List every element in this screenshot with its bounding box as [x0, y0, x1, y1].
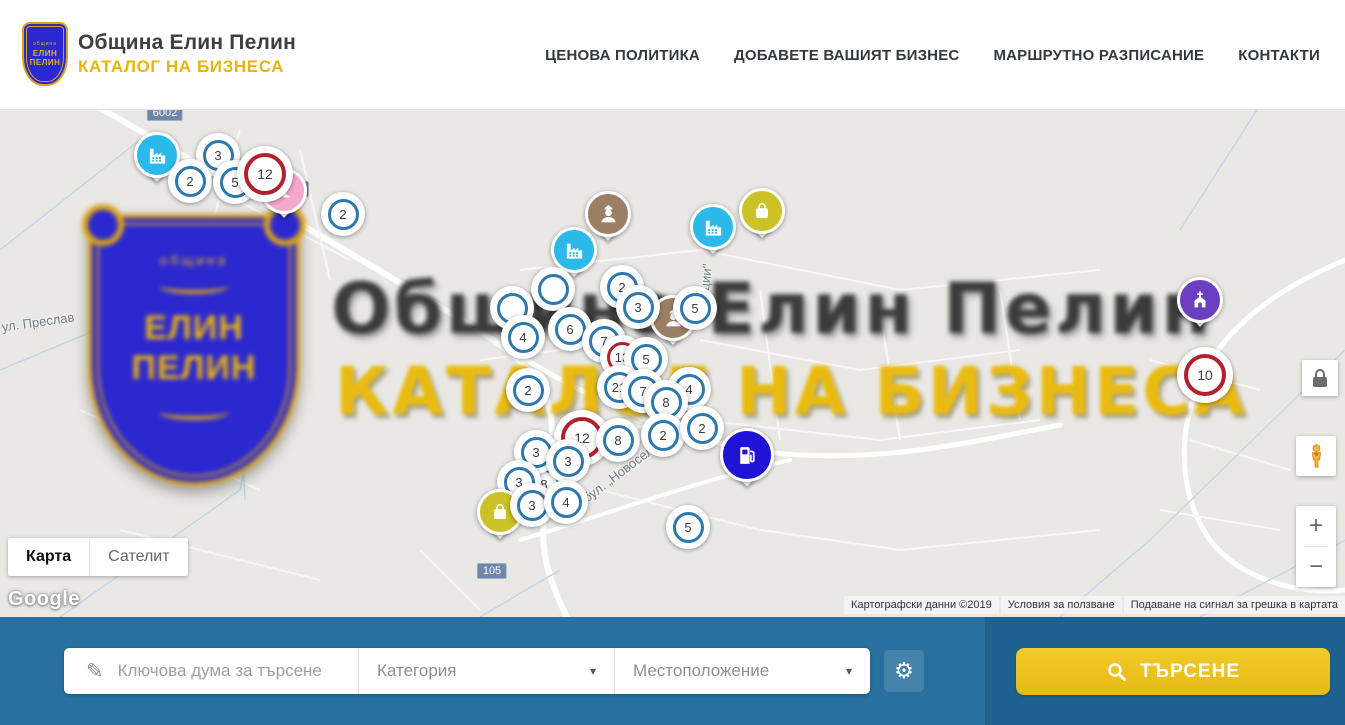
category-dropdown[interactable]: Категория ▾ [358, 648, 614, 694]
map-type-control: Карта Сателит [8, 538, 188, 576]
google-logo[interactable]: Google [8, 588, 80, 611]
cluster-marker[interactable]: 2 [321, 192, 365, 236]
advanced-settings-button[interactable]: ⚙ [884, 650, 924, 692]
cluster-marker[interactable]: 5 [666, 505, 710, 549]
lock-icon [1315, 369, 1325, 377]
logo-text: Община Елин Пелин КАТАЛОГ НА БИЗНЕСА [78, 31, 296, 77]
pegman-street-view-button[interactable] [1296, 436, 1336, 476]
search-bar: ✎ Категория ▾ Местоположение ▾ ⚙ ТЪРСЕНЕ [0, 617, 1345, 725]
header: община ЕЛИН ПЕЛИН Община Елин Пелин КАТА… [0, 0, 1345, 110]
attribution-terms-link[interactable]: Условия за ползване [1001, 596, 1122, 614]
attribution-report-link[interactable]: Подаване на сигнал за грешка в картата [1124, 596, 1345, 614]
map-type-map-button[interactable]: Карта [8, 538, 89, 576]
zoom-in-button[interactable]: + [1296, 506, 1336, 546]
cluster-marker[interactable] [531, 267, 575, 311]
map-attribution: Картографски данни ©2019 Условия за полз… [844, 596, 1345, 614]
main-nav: ЦЕНОВА ПОЛИТИКА ДОБАВЕТЕ ВАШИЯТ БИЗНЕС М… [545, 0, 1320, 110]
crest-top-text: община [33, 41, 57, 47]
cluster-marker[interactable]: 2 [168, 159, 212, 203]
worker-icon [585, 191, 631, 237]
crest-name-1: ЕЛИН [33, 49, 57, 58]
chevron-down-icon: ▾ [590, 664, 596, 678]
page: община ЕЛИН ПЕЛИН Община Елин Пелин КАТА… [0, 0, 1345, 725]
church-icon [1177, 277, 1223, 323]
cluster-marker[interactable]: 5 [673, 286, 717, 330]
crest-name-2: ПЕЛИН [30, 58, 61, 67]
site-title: Община Елин Пелин [78, 31, 296, 55]
location-dropdown[interactable]: Местоположение ▾ [614, 648, 870, 694]
map-type-satellite-button[interactable]: Сателит [89, 538, 187, 576]
municipality-crest-icon: община ЕЛИН ПЕЛИН [22, 22, 68, 86]
nav-item-schedule[interactable]: МАРШРУТНО РАЗПИСАНИЕ [993, 47, 1204, 64]
cluster-marker[interactable]: 10 [1177, 347, 1233, 403]
cluster-marker[interactable]: 2 [506, 368, 550, 412]
google-map[interactable]: община ЕЛИН ПЕЛИН Община Елин Пелин КАТА… [0, 110, 1345, 617]
attribution-copyright: Картографски данни ©2019 [844, 596, 999, 614]
pencil-icon: ✎ [86, 659, 104, 684]
keyword-search-input[interactable] [118, 661, 338, 681]
pegman-icon [1303, 443, 1330, 470]
cluster-marker[interactable]: 3 [616, 285, 660, 329]
category-dropdown-label: Категория [377, 661, 456, 681]
zoom-control: + − [1296, 506, 1336, 587]
site-subtitle: КАТАЛОГ НА БИЗНЕСА [78, 57, 296, 77]
cluster-marker[interactable]: 8 [596, 418, 640, 462]
factory-icon [551, 227, 597, 273]
cluster-marker[interactable]: 2 [641, 413, 685, 457]
cluster-marker[interactable]: 4 [501, 315, 545, 359]
factory-icon [690, 204, 736, 250]
search-button[interactable]: ТЪРСЕНЕ [1016, 648, 1330, 695]
cluster-marker[interactable]: 4 [544, 480, 588, 524]
search-button-label: ТЪРСЕНЕ [1140, 661, 1240, 683]
lock-button[interactable] [1302, 360, 1338, 396]
zoom-out-button[interactable]: − [1296, 547, 1336, 587]
cluster-marker[interactable]: 2 [680, 406, 724, 450]
cluster-marker[interactable]: 3 [546, 439, 590, 483]
search-icon [1106, 661, 1128, 683]
search-box: ✎ Категория ▾ Местоположение ▾ [64, 648, 870, 694]
site-logo[interactable]: община ЕЛИН ПЕЛИН Община Елин Пелин КАТА… [22, 22, 296, 86]
cluster-marker[interactable]: 12 [237, 146, 293, 202]
gear-icon: ⚙ [894, 658, 914, 684]
location-dropdown-label: Местоположение [633, 661, 769, 681]
nav-item-contacts[interactable]: КОНТАКТИ [1238, 47, 1320, 64]
bag-icon [739, 188, 785, 234]
nav-item-add-business[interactable]: ДОБАВЕТЕ ВАШИЯТ БИЗНЕС [734, 47, 959, 64]
keyword-field-wrap: ✎ [64, 648, 358, 694]
chevron-down-icon: ▾ [846, 664, 852, 678]
markers-layer: 32512223564713522174812822833334510 [0, 110, 1345, 617]
fuel-icon [720, 428, 774, 482]
nav-item-pricing[interactable]: ЦЕНОВА ПОЛИТИКА [545, 47, 700, 64]
